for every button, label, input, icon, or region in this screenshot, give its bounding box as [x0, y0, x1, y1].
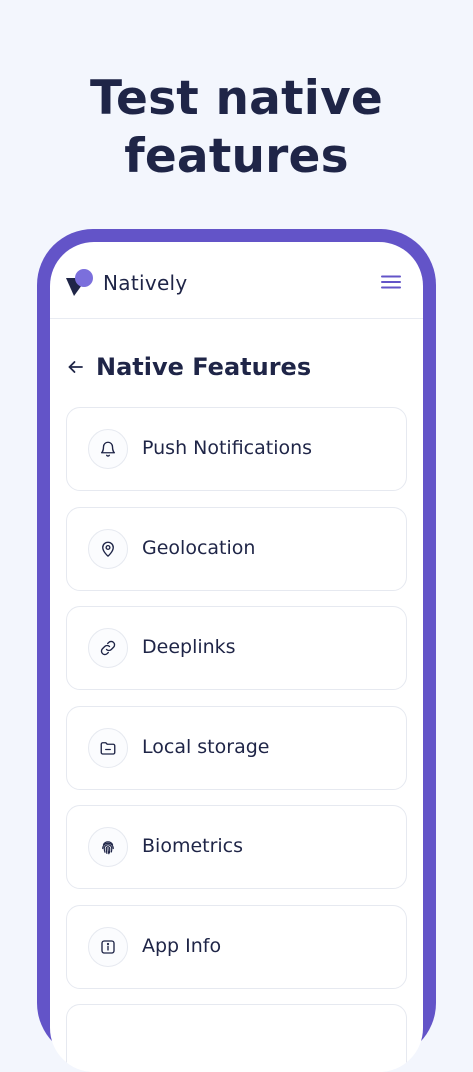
feature-item-app-info[interactable]: App Info	[66, 905, 407, 989]
feature-label: Geolocation	[142, 537, 256, 559]
hamburger-menu-icon[interactable]	[379, 270, 403, 294]
feature-item-local-storage[interactable]: Local storage	[66, 706, 407, 790]
feature-label: Push Notifications	[142, 437, 313, 459]
headline-line-1: Test native	[90, 71, 383, 126]
feature-item-partial[interactable]	[66, 1004, 407, 1072]
natively-logo-icon	[66, 269, 93, 296]
feature-item-deeplinks[interactable]: Deeplinks	[66, 606, 407, 690]
phone-frame: Natively Native Features Push Notificati…	[37, 229, 436, 1072]
back-arrow-icon[interactable]	[66, 357, 86, 377]
link-icon	[88, 628, 128, 668]
page-title: Native Features	[96, 353, 312, 381]
feature-label: Local storage	[142, 736, 270, 758]
folder-icon	[88, 728, 128, 768]
phone-screen: Natively Native Features Push Notificati…	[50, 242, 423, 1072]
feature-label: Deeplinks	[142, 636, 236, 658]
info-icon	[88, 927, 128, 967]
page-header: Native Features	[66, 350, 311, 384]
feature-label: Biometrics	[142, 835, 244, 857]
promo-headline: Test native features	[0, 70, 473, 186]
bell-icon	[88, 429, 128, 469]
headline-line-2: features	[124, 129, 349, 184]
app-header: Natively	[50, 242, 423, 319]
feature-item-biometrics[interactable]: Biometrics	[66, 805, 407, 889]
feature-item-geolocation[interactable]: Geolocation	[66, 507, 407, 591]
brand-name: Natively	[103, 271, 188, 295]
feature-label: App Info	[142, 935, 222, 957]
map-pin-icon	[88, 529, 128, 569]
feature-item-push-notifications[interactable]: Push Notifications	[66, 407, 407, 491]
fingerprint-icon	[88, 827, 128, 867]
